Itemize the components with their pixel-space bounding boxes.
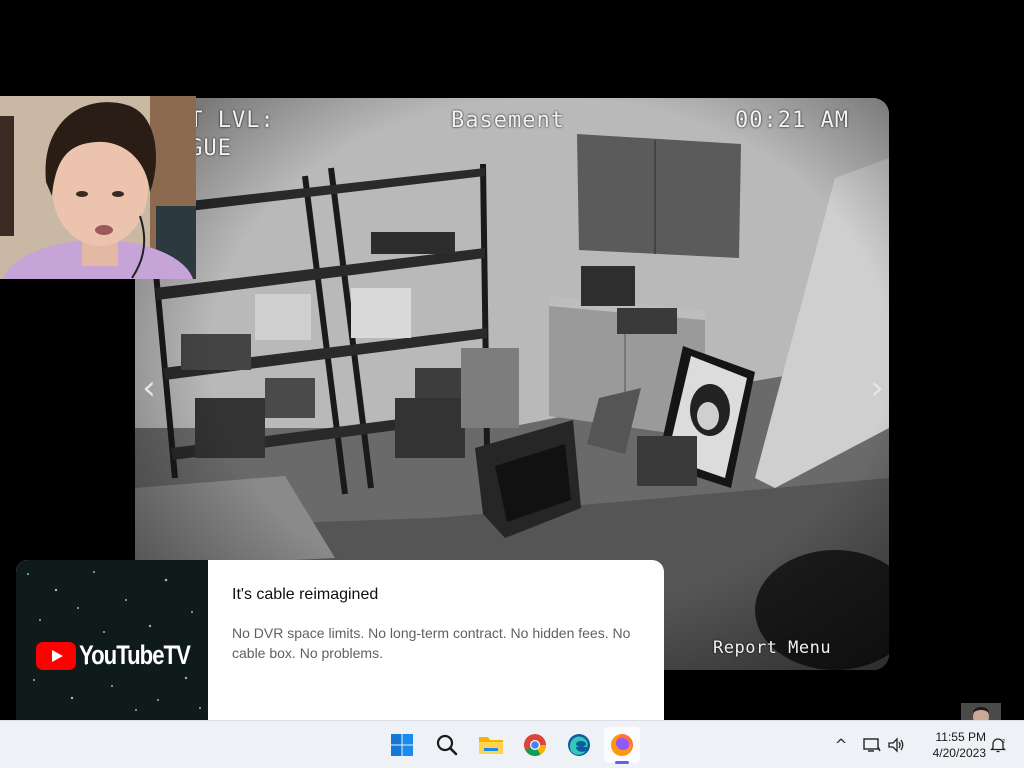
network-button[interactable] (862, 721, 882, 768)
youtube-play-icon (36, 641, 76, 670)
search-icon (436, 734, 458, 756)
youtube-tv-ad-card[interactable]: YouTubeTV It's cable reimagined No DVR s… (16, 560, 664, 720)
report-menu-button[interactable]: Report Menu (713, 638, 831, 658)
clock-time: 11:55 PM (935, 730, 986, 744)
next-camera-arrow-icon[interactable]: › (863, 368, 889, 408)
webcam-overlay (0, 96, 196, 279)
chevron-up-icon: ^ (834, 736, 848, 754)
camera-location: Basement (451, 108, 565, 133)
start-button[interactable] (384, 727, 420, 763)
windows-taskbar: ^ 11:55 PM 4/20/2023 z (0, 720, 1024, 768)
clock-date: 4/20/2023 (932, 746, 986, 760)
ad-thumbnail: YouTubeTV (16, 560, 208, 720)
ad-description: No DVR space limits. No long-term contra… (232, 625, 631, 661)
volume-icon (888, 737, 904, 753)
notification-bell-icon: z (990, 738, 1006, 753)
edge-button[interactable] (561, 727, 597, 763)
youtube-tv-logo-text: YouTubeTV (79, 640, 191, 670)
taskbar-clock[interactable]: 11:55 PM 4/20/2023 (914, 729, 986, 761)
ad-title[interactable]: It's cable reimagined (232, 586, 378, 604)
streamer-face-image (0, 96, 196, 279)
firefox-button[interactable] (604, 727, 640, 763)
camera-time: 00:21 AM (735, 108, 849, 133)
previous-camera-arrow-icon[interactable]: ‹ (135, 368, 163, 408)
firefox-icon (611, 734, 633, 756)
file-explorer-icon (479, 737, 503, 754)
windows-start-icon (391, 734, 413, 756)
volume-button[interactable] (886, 721, 908, 768)
search-button[interactable] (429, 727, 465, 763)
tray-thumbnail-image[interactable] (961, 703, 1001, 721)
notifications-button[interactable]: z (988, 721, 1008, 768)
chrome-icon (524, 734, 546, 756)
youtube-tv-logo: YouTubeTV (36, 640, 208, 671)
chrome-button[interactable] (517, 727, 553, 763)
active-app-indicator (615, 761, 629, 764)
edge-icon (568, 734, 590, 756)
svg-text:z: z (1002, 738, 1005, 745)
file-explorer-button[interactable] (473, 727, 509, 763)
show-hidden-icons-button[interactable]: ^ (830, 721, 852, 768)
network-icon (863, 738, 881, 752)
